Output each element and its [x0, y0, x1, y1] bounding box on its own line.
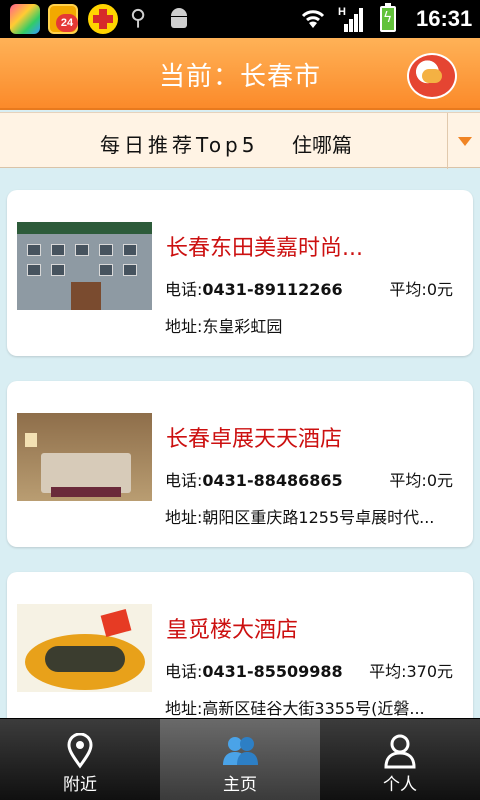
phone-number[interactable]: 0431-89112266 [202, 280, 342, 299]
medical-cross-icon [88, 4, 118, 34]
listing-phone[interactable]: 电话:0431-89112266 [165, 276, 343, 300]
listing-name[interactable]: 长春卓展天天酒店 [166, 421, 342, 453]
notification-count: 24 [56, 14, 78, 32]
tab-daily-top5[interactable]: 每日推荐Top5 [100, 129, 258, 158]
address-label: 地址: [165, 508, 203, 527]
listing-card[interactable]: 长春东田美嘉时尚... 电话:0431-89112266 平均:0元 地址:东皇… [7, 190, 473, 356]
location-pin-icon [67, 733, 93, 769]
usb-icon: ⚲ [130, 6, 147, 31]
listing-average-price: 平均:0元 [389, 471, 453, 490]
tab-stay[interactable]: 住哪篇 [292, 129, 352, 158]
hotel-building-photo [17, 222, 152, 310]
phone-number[interactable]: 0431-88486865 [202, 471, 342, 490]
listing-phone[interactable]: 电话:0431-88486865 [165, 467, 343, 491]
nav-home-label: 主页 [223, 775, 257, 795]
listing-card[interactable]: 皇觅楼大酒店 电话:0431-85509988 平均:370元 地址:高新区硅谷… [7, 572, 473, 718]
address-text: 东皇彩虹园 [202, 317, 283, 336]
listing-address: 地址:高新区硅谷大街3355号(近磐... [165, 695, 463, 718]
hotel-room-photo [17, 413, 152, 501]
listing-address: 地址:朝阳区重庆路1255号卓展时代... [165, 504, 463, 528]
address-text: 高新区硅谷大街3355号(近磐... [202, 699, 425, 718]
food-dish-photo [17, 604, 152, 692]
listing-card[interactable]: 长春卓展天天酒店 电话:0431-88486865 平均:0元 地址:朝阳区重庆… [7, 381, 473, 547]
phone-label: 电话: [165, 662, 203, 681]
users-icon [223, 737, 258, 765]
phone-label: 电话: [165, 471, 203, 490]
phone-label: 电话: [165, 280, 203, 299]
address-text: 朝阳区重庆路1255号卓展时代... [202, 508, 435, 527]
status-bar: 24 ⚲ H ϟ 16:31 [0, 0, 480, 38]
nav-home[interactable]: 主页 [160, 719, 320, 800]
title-bar: 当前：长春市 [0, 38, 480, 110]
phone-number[interactable]: 0431-85509988 [202, 662, 342, 681]
clock: 16:31 [416, 6, 473, 31]
android-debug-icon [168, 8, 190, 30]
nav-nearby-label: 附近 [63, 775, 97, 795]
wifi-icon [301, 10, 325, 28]
listing-name[interactable]: 皇觅楼大酒店 [166, 612, 298, 644]
listing-address: 地址:东皇彩虹园 [165, 313, 463, 337]
signal-type-label: H [338, 6, 346, 18]
listing-phone[interactable]: 电话:0431-85509988 [165, 658, 343, 682]
nav-me[interactable]: 个人 [320, 719, 480, 800]
dropdown-arrow-button[interactable] [447, 113, 480, 169]
address-label: 地址: [165, 699, 203, 718]
address-label: 地址: [165, 317, 203, 336]
listing-list[interactable]: 长春东田美嘉时尚... 电话:0431-89112266 平均:0元 地址:东皇… [0, 168, 480, 718]
listing-average-price: 平均:0元 [389, 280, 453, 299]
profile-logo-button[interactable] [407, 53, 457, 99]
app-notification-icon [10, 4, 40, 34]
nav-nearby[interactable]: 附近 [0, 719, 160, 800]
bottom-nav: 附近 主页 个人 [0, 718, 480, 800]
filter-bar: 每日推荐Top5 住哪篇 [0, 112, 480, 169]
person-icon [384, 734, 416, 769]
app-badge-icon: 24 [48, 4, 78, 34]
battery-charging-icon: ϟ [380, 3, 396, 32]
listing-average-price: 平均:370元 [369, 662, 453, 681]
nav-me-label: 个人 [383, 775, 417, 795]
cell-signal-icon: H [338, 6, 366, 32]
listing-name[interactable]: 长春东田美嘉时尚... [166, 230, 363, 262]
